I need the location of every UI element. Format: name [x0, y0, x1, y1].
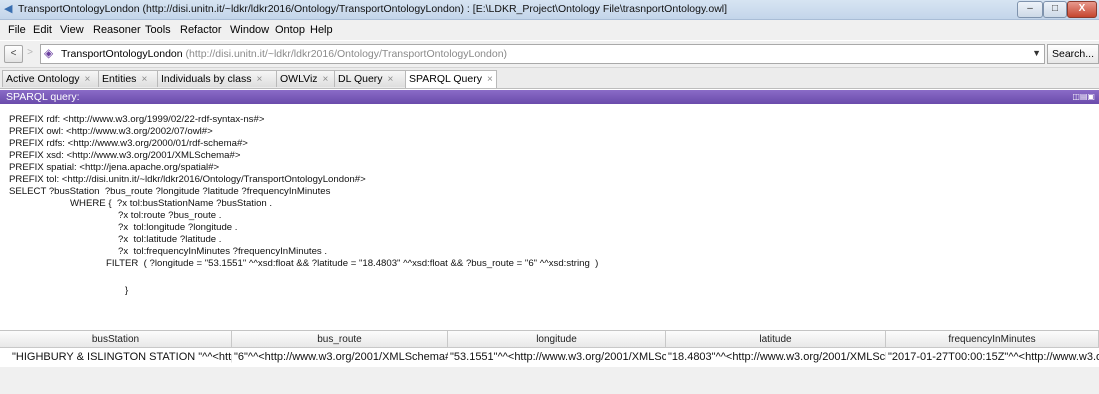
- forward-button[interactable]: >: [24, 45, 36, 61]
- close-icon[interactable]: ×: [141, 74, 147, 85]
- table-cell[interactable]: "6"^^<http://www.w3.org/2001/XMLSchema#s…: [232, 349, 448, 366]
- ontology-iri: (http://disi.unitn.it/~ldkr/ldkr2016/Ont…: [185, 48, 508, 60]
- close-button[interactable]: X: [1067, 1, 1097, 18]
- close-icon[interactable]: ×: [487, 74, 493, 85]
- tab-active-ontology[interactable]: Active Ontology ×: [2, 70, 99, 87]
- query-line: WHERE { ?x tol:busStationName ?busStatio…: [70, 198, 273, 209]
- tab-label: SPARQL Query: [409, 73, 482, 85]
- active-ontology-selector[interactable]: ◈ TransportOntologyLondon (http://disi.u…: [40, 44, 1045, 64]
- tab-label: OWLViz: [280, 73, 318, 85]
- title-bar: ◀ TransportOntologyLondon (http://disi.u…: [0, 0, 1099, 20]
- menu-edit[interactable]: Edit: [33, 24, 52, 36]
- tab-owlviz[interactable]: OWLViz ×: [276, 70, 335, 87]
- query-line: PREFIX owl: <http://www.w3.org/2002/07/o…: [9, 126, 213, 137]
- menu-bar: File Edit View Reasoner Tools Refactor W…: [0, 20, 1099, 40]
- tab-dl-query[interactable]: DL Query ×: [334, 70, 406, 87]
- tab-entities[interactable]: Entities ×: [98, 70, 158, 87]
- close-icon[interactable]: ×: [256, 74, 262, 85]
- close-icon[interactable]: ×: [323, 74, 329, 85]
- query-line: ?x tol:frequencyInMinutes ?frequencyInMi…: [118, 246, 328, 257]
- protege-app-icon: ◀: [4, 3, 13, 15]
- column-header-bus-route[interactable]: bus_route: [232, 331, 448, 348]
- search-button[interactable]: Search...: [1047, 44, 1099, 64]
- minimize-button[interactable]: –: [1017, 1, 1043, 18]
- table-cell[interactable]: "18.4803"^^<http://www.w3.org/2001/XMLSc…: [666, 349, 886, 366]
- tab-bar: Active Ontology × Entities × Individuals b…: [0, 68, 1099, 89]
- table-cell[interactable]: "2017-01-27T00:00:15Z"^^<http://www.w3.o…: [886, 349, 1099, 366]
- window-title: TransportOntologyLondon (http://disi.uni…: [18, 3, 728, 15]
- menu-refactor[interactable]: Refactor: [180, 24, 222, 36]
- back-button[interactable]: <: [4, 45, 23, 63]
- tab-label: Individuals by class: [161, 73, 252, 85]
- query-line: PREFIX rdf: <http://www.w3.org/1999/02/2…: [9, 114, 265, 125]
- tab-sparql-query[interactable]: SPARQL Query ×: [405, 70, 497, 88]
- column-header-longitude[interactable]: longitude: [448, 331, 666, 348]
- ontology-label: TransportOntologyLondon (http://disi.uni…: [61, 48, 507, 60]
- tab-label: DL Query: [338, 73, 383, 85]
- column-header-latitude[interactable]: latitude: [666, 331, 886, 348]
- table-cell[interactable]: "HIGHBURY & ISLINGTON STATION "^^<http:/…: [10, 349, 232, 366]
- close-icon[interactable]: ×: [85, 74, 91, 85]
- ontology-name: TransportOntologyLondon: [61, 48, 183, 60]
- menu-ontop[interactable]: Ontop: [275, 24, 305, 36]
- results-panel: busStation bus_route longitude latitude …: [0, 330, 1099, 394]
- column-header-frequency[interactable]: frequencyInMinutes: [886, 331, 1099, 348]
- tab-label: Active Ontology: [6, 73, 80, 85]
- ontology-address-bar: < > ◈ TransportOntologyLondon (http://di…: [0, 41, 1099, 68]
- tab-individuals-by-class[interactable]: Individuals by class ×: [157, 70, 277, 87]
- close-icon[interactable]: ×: [388, 74, 394, 85]
- results-table: busStation bus_route longitude latitude …: [0, 331, 1099, 367]
- query-line: PREFIX xsd: <http://www.w3.org/2001/XMLS…: [9, 150, 241, 161]
- sparql-query-editor[interactable]: PREFIX rdf: <http://www.w3.org/1999/02/2…: [0, 105, 1099, 325]
- menu-file[interactable]: File: [8, 24, 26, 36]
- ontology-icon: ◈: [44, 46, 54, 60]
- column-header-busstation[interactable]: busStation: [0, 331, 232, 348]
- query-line: ?x tol:route ?bus_route .: [118, 210, 222, 221]
- tab-label: Entities: [102, 73, 137, 85]
- query-line: PREFIX rdfs: <http://www.w3.org/2000/01/…: [9, 138, 248, 149]
- maximize-button[interactable]: □: [1043, 1, 1067, 18]
- query-line: FILTER ( ?longitude = "53.1551" ^^xsd:fl…: [106, 258, 599, 269]
- query-line: PREFIX spatial: <http://jena.apache.org/…: [9, 162, 220, 173]
- menu-reasoner[interactable]: Reasoner: [93, 24, 141, 36]
- chevron-down-icon[interactable]: ▼: [1032, 46, 1041, 61]
- menu-help[interactable]: Help: [310, 24, 333, 36]
- query-line: ?x tol:longitude ?longitude .: [118, 222, 238, 233]
- sparql-view-header: SPARQL query: ◫▤▣: [0, 90, 1099, 104]
- table-cell[interactable]: "53.1551"^^<http://www.w3.org/2001/XMLSc…: [448, 349, 666, 366]
- view-title: SPARQL query:: [6, 91, 80, 103]
- query-line: SELECT ?busStation ?bus_route ?longitude…: [9, 186, 331, 197]
- query-line: PREFIX tol: <http://disi.unitn.it/~ldkr/…: [9, 174, 366, 185]
- menu-tools[interactable]: Tools: [145, 24, 171, 36]
- query-line: ?x tol:latitude ?latitude .: [118, 234, 222, 245]
- query-line: }: [125, 285, 129, 296]
- menu-window[interactable]: Window: [230, 24, 269, 36]
- view-controls-icon[interactable]: ◫▤▣: [1072, 92, 1095, 101]
- menu-view[interactable]: View: [60, 24, 84, 36]
